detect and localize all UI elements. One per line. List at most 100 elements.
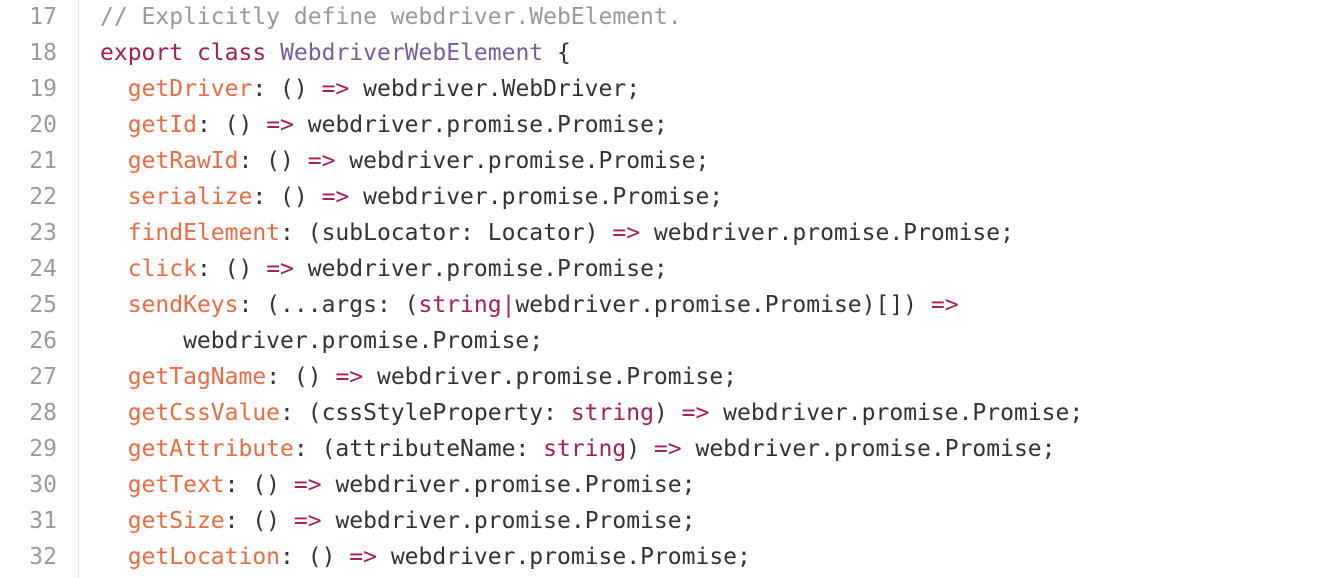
code-token-default <box>100 220 128 246</box>
code-token-default: webdriver.promise.Promise; <box>349 184 724 210</box>
code-token-property: getSize <box>127 508 225 534</box>
code-token-operator: => <box>266 256 294 282</box>
code-token-default: : (attributeName: <box>293 436 544 462</box>
code-token-default <box>100 364 128 390</box>
code-token-property: getCssValue <box>127 400 281 426</box>
code-token-default <box>100 112 128 138</box>
code-token-default: webdriver.promise.Promise; <box>293 256 668 282</box>
code-token-default <box>100 256 128 282</box>
code-token-property: click <box>127 256 197 282</box>
code-token-operator: => <box>349 544 377 570</box>
code-token-default: : () <box>224 472 294 498</box>
code-token-operator: => <box>293 472 322 498</box>
line-code: getRawId: () => webdriver.promise.Promis… <box>100 143 710 179</box>
code-token-property: getDriver <box>127 76 253 102</box>
code-token-property: getId <box>127 112 197 138</box>
line-number: 18 <box>29 40 57 66</box>
code-token-comment: // Explicitly define webdriver.WebElemen… <box>100 4 682 30</box>
line-code: sendKeys: (...args: (string|webdriver.pr… <box>100 287 959 323</box>
code-token-default: : () <box>238 148 308 174</box>
line-number: 25 <box>29 292 57 318</box>
line-number: 21 <box>29 148 57 174</box>
code-token-operator: => <box>321 76 350 102</box>
line-code: getAttribute: (attributeName: string) =>… <box>100 431 1056 467</box>
code-token-operator: => <box>335 364 364 390</box>
code-token-property: serialize <box>127 184 253 210</box>
line-number: 27 <box>29 364 57 390</box>
code-token-default <box>100 436 128 462</box>
code-token-operator: => <box>266 112 294 138</box>
line-number: 24 <box>29 256 57 282</box>
code-token-default: { <box>543 40 571 66</box>
code-token-keyword: class <box>196 40 267 66</box>
line-number: 17 <box>29 4 57 30</box>
line-number: 20 <box>29 112 57 138</box>
line-number: 26 <box>29 328 57 354</box>
line-number: 30 <box>29 472 57 498</box>
code-token-class-name: WebdriverWebElement <box>280 40 544 66</box>
code-token-default: : () <box>224 508 294 534</box>
code-token-default: webdriver.promise.Promise; <box>293 112 668 138</box>
line-code: export class WebdriverWebElement { <box>100 35 571 71</box>
code-token-operator: => <box>612 220 641 246</box>
code-token-operator: => <box>930 292 959 318</box>
code-token-type: string <box>418 292 502 318</box>
code-token-default: webdriver.promise.Promise; <box>321 472 696 498</box>
code-token-default <box>266 40 280 66</box>
code-token-default <box>100 292 128 318</box>
line-number: 32 <box>29 544 57 570</box>
code-token-default: : (subLocator: Locator) <box>280 220 613 246</box>
line-number: 29 <box>29 436 57 462</box>
line-number: 19 <box>29 76 57 102</box>
code-token-property: getRawId <box>127 148 239 174</box>
code-token-default: webdriver.promise.Promise; <box>100 328 544 354</box>
code-token-default <box>100 76 128 102</box>
code-token-default: webdriver.promise.Promise; <box>709 400 1084 426</box>
line-code: getDriver: () => webdriver.WebDriver; <box>100 71 640 107</box>
code-token-default: : () <box>280 544 350 570</box>
code-token-operator: => <box>653 436 682 462</box>
code-token-property: getTagName <box>127 364 267 390</box>
code-token-operator: | <box>501 292 516 318</box>
code-token-default: ) <box>653 400 682 426</box>
line-code: getText: () => webdriver.promise.Promise… <box>100 467 696 503</box>
code-token-default: webdriver.promise.Promise; <box>363 364 738 390</box>
code-token-default: : () <box>266 364 336 390</box>
line-code: serialize: () => webdriver.promise.Promi… <box>100 179 723 215</box>
line-code: findElement: (subLocator: Locator) => we… <box>100 215 1014 251</box>
code-token-property: getAttribute <box>127 436 294 462</box>
line-code: getCssValue: (cssStyleProperty: string) … <box>100 395 1084 431</box>
code-token-property: getLocation <box>127 544 281 570</box>
line-code: getLocation: () => webdriver.promise.Pro… <box>100 539 751 575</box>
code-token-default: webdriver.WebDriver; <box>349 76 641 102</box>
code-token-property: sendKeys <box>127 292 239 318</box>
code-token-keyword: export <box>100 40 184 66</box>
code-token-type: string <box>570 400 654 426</box>
code-token-default: webdriver.promise.Promise; <box>321 508 696 534</box>
code-token-operator: => <box>321 184 350 210</box>
code-token-default <box>100 148 128 174</box>
code-token-default: : () <box>196 256 267 282</box>
code-token-default: : () <box>196 112 267 138</box>
code-token-default <box>100 400 128 426</box>
line-code: // Explicitly define webdriver.WebElemen… <box>100 0 682 35</box>
code-view: 17 // Explicitly define webdriver.WebElem… <box>0 0 1328 578</box>
line-code: getId: () => webdriver.promise.Promise; <box>100 107 668 143</box>
line-number: 23 <box>29 220 57 246</box>
line-number: 28 <box>29 400 57 426</box>
code-token-type: string <box>543 436 627 462</box>
code-token-default <box>100 508 128 534</box>
code-token-default <box>100 544 128 570</box>
code-token-property: getText <box>127 472 225 498</box>
code-token-default: webdriver.promise.Promise)[]) <box>515 292 931 318</box>
code-token-default: webdriver.promise.Promise; <box>335 148 710 174</box>
code-token-default: : () <box>252 76 322 102</box>
code-token-default: : (cssStyleProperty: <box>280 400 571 426</box>
line-code: getTagName: () => webdriver.promise.Prom… <box>100 359 737 395</box>
line-number: 31 <box>29 508 57 534</box>
code-token-default <box>183 40 197 66</box>
line-code: getSize: () => webdriver.promise.Promise… <box>100 503 696 539</box>
code-token-default: : () <box>252 184 322 210</box>
line-code: click: () => webdriver.promise.Promise; <box>100 251 668 287</box>
code-token-property: findElement <box>127 220 281 246</box>
